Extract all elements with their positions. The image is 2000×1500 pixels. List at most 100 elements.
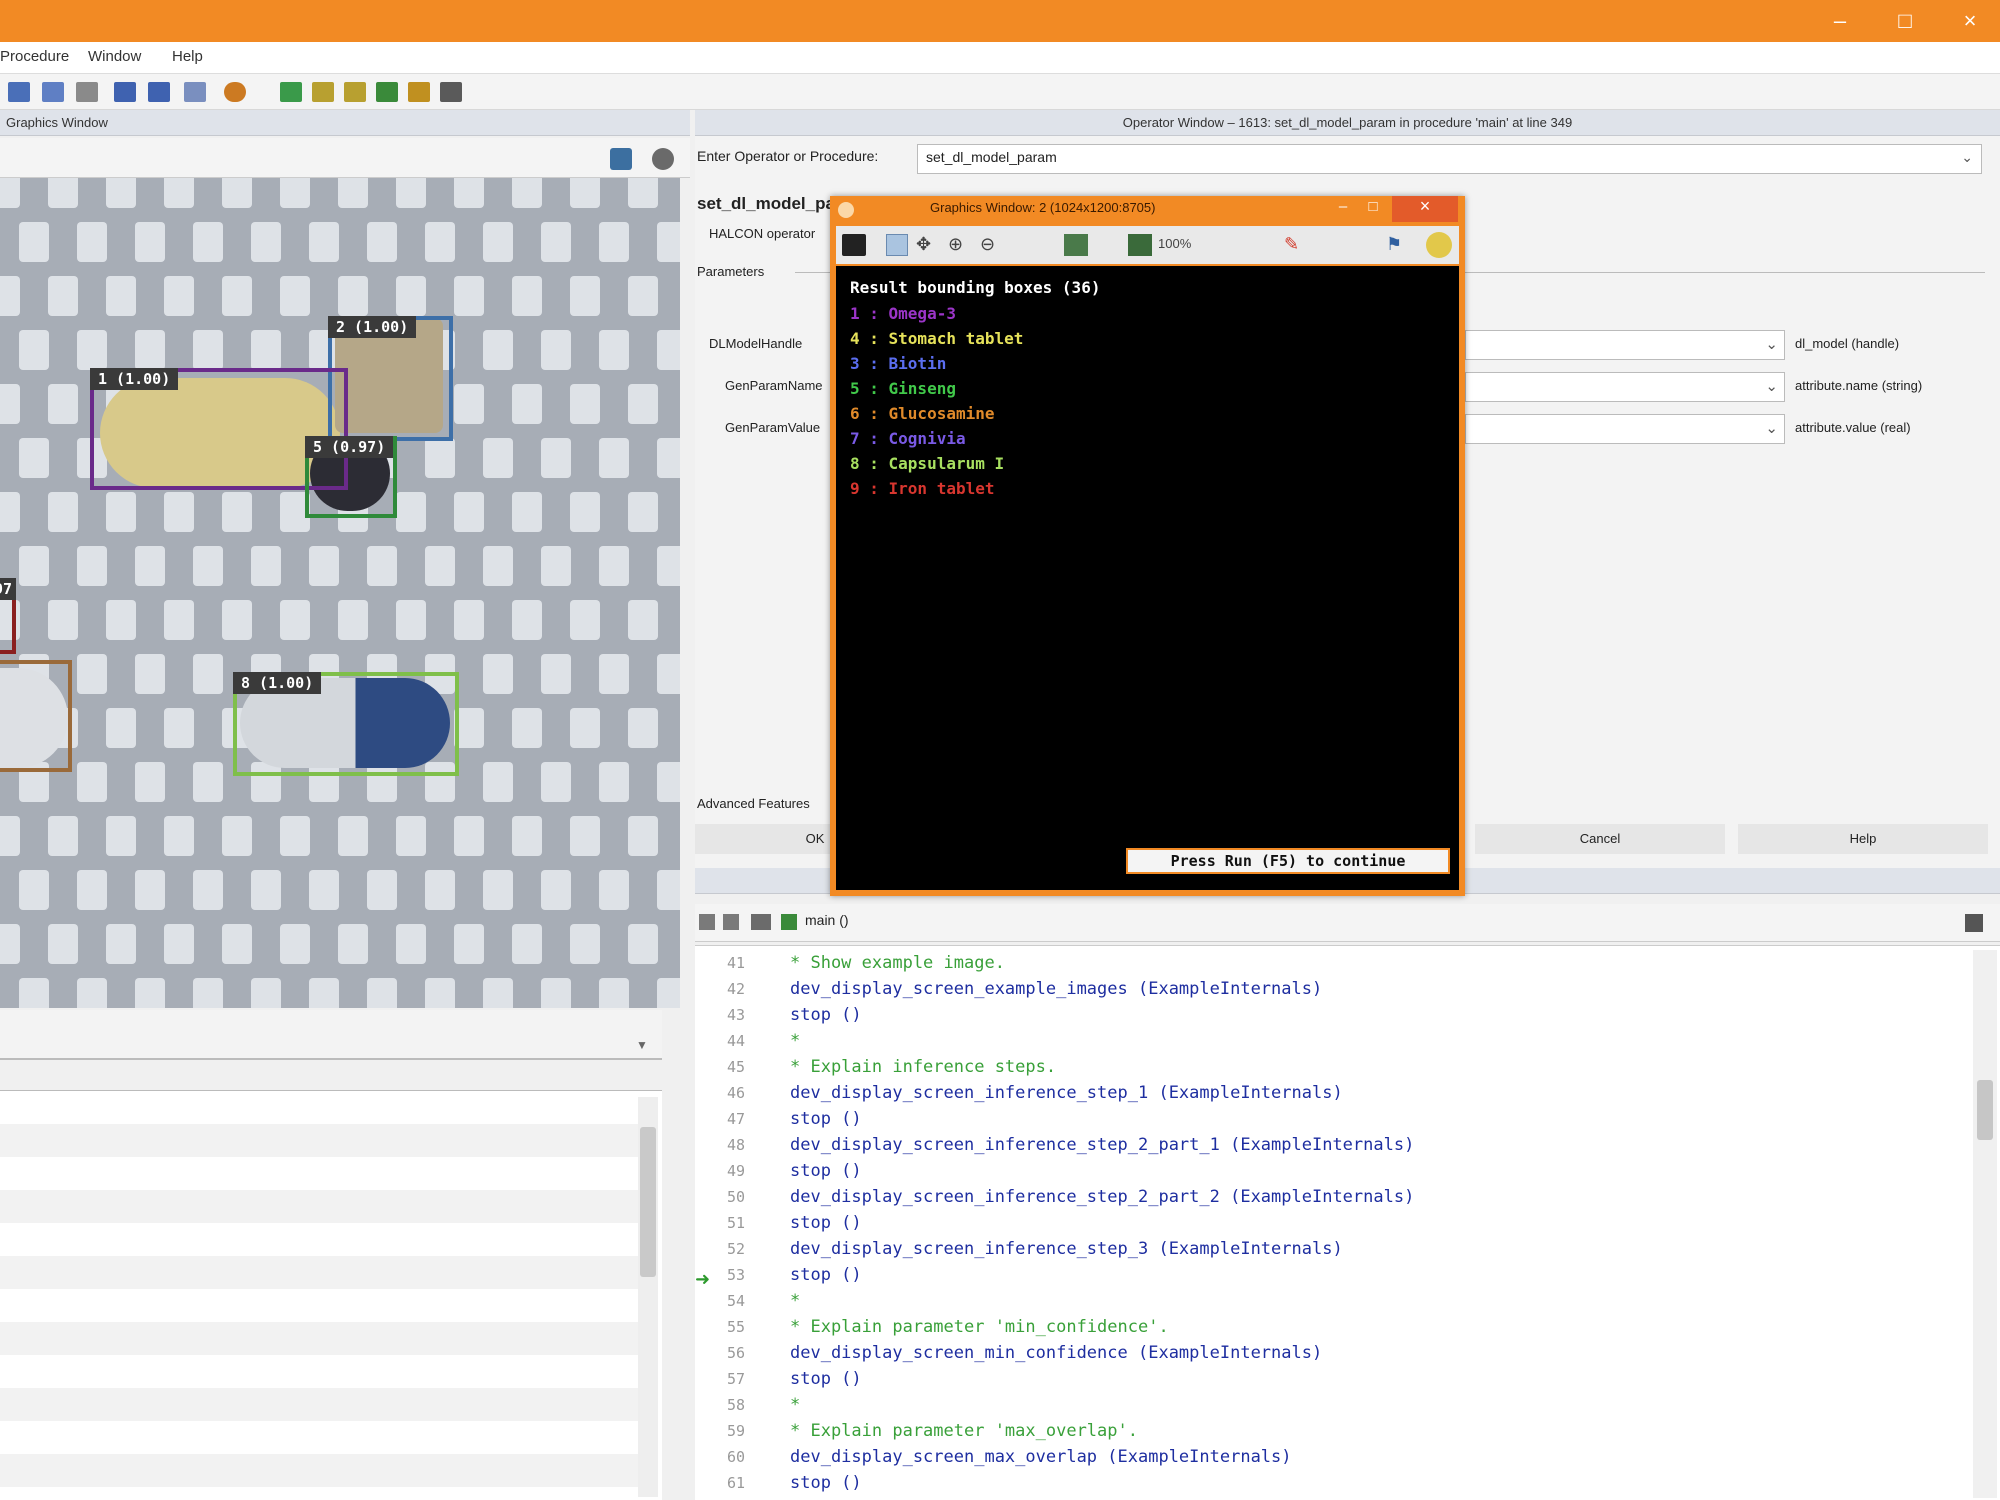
- stop-icon[interactable]: [76, 82, 98, 102]
- editor-scroll-thumb[interactable]: [1977, 1080, 1993, 1140]
- code-line[interactable]: 49 stop (): [695, 1158, 1975, 1184]
- select-icon[interactable]: [886, 234, 908, 256]
- breakpoint-icon[interactable]: [224, 82, 246, 102]
- zoom-icon[interactable]: [280, 82, 302, 102]
- code-line[interactable]: 52 dev_display_screen_inference_step_3 (E…: [695, 1236, 1975, 1262]
- menu-procedure[interactable]: Procedure: [0, 48, 69, 65]
- code-line[interactable]: 59 * Explain parameter 'max_overlap'.: [695, 1418, 1975, 1444]
- code-line[interactable]: 60 dev_display_screen_max_overlap (Exampl…: [695, 1444, 1975, 1470]
- forward-icon[interactable]: [723, 914, 739, 930]
- code-line[interactable]: 44 *: [695, 1028, 1975, 1054]
- operator-search-input[interactable]: set_dl_model_param ⌄: [917, 144, 1982, 174]
- run-step-icon[interactable]: [8, 82, 30, 102]
- editor-v-scrollbar[interactable]: [1973, 950, 1997, 1498]
- reset-icon[interactable]: [184, 82, 206, 102]
- cancel-button[interactable]: Cancel: [1475, 824, 1725, 854]
- scroll-thumb[interactable]: [640, 1127, 656, 1277]
- code-line[interactable]: 57 stop (): [695, 1366, 1975, 1392]
- list-row[interactable]: [0, 1355, 640, 1388]
- list-row[interactable]: [0, 1256, 640, 1289]
- move-icon[interactable]: ✥: [916, 234, 938, 256]
- bbox-label: 1 (1.00): [90, 368, 179, 390]
- param-input-2[interactable]: ⌄: [1465, 414, 1785, 444]
- dropdown-icon[interactable]: ⌄: [1765, 377, 1778, 395]
- back-icon[interactable]: [699, 914, 715, 930]
- scroll-down-icon[interactable]: ▼: [636, 1038, 654, 1054]
- dropdown-icon[interactable]: ⌄: [1765, 335, 1778, 353]
- image-canvas[interactable]: 2 (1.00) 1 (1.00) 5 (0.97) 8 (1.00) 97: [0, 178, 680, 1008]
- menu-window[interactable]: Window: [88, 48, 141, 65]
- code-line[interactable]: 51 stop (): [695, 1210, 1975, 1236]
- code-line[interactable]: 54 *: [695, 1288, 1975, 1314]
- line-profile-icon[interactable]: [344, 82, 366, 102]
- save-icon[interactable]: [1965, 914, 1983, 932]
- code-line[interactable]: 43 stop (): [695, 1002, 1975, 1028]
- code-line[interactable]: 46 dev_display_screen_inference_step_1 (E…: [695, 1080, 1975, 1106]
- list-row[interactable]: [0, 1223, 640, 1256]
- code-line[interactable]: 50 dev_display_screen_inference_step_2_pa…: [695, 1184, 1975, 1210]
- code-line[interactable]: 56 dev_display_screen_min_confidence (Exa…: [695, 1340, 1975, 1366]
- procedure-icon[interactable]: [781, 914, 797, 930]
- list-row[interactable]: [0, 1091, 640, 1124]
- close-button[interactable]: ×: [1950, 6, 1990, 36]
- fit-icon[interactable]: [1064, 234, 1088, 256]
- list-row[interactable]: [0, 1289, 640, 1322]
- v-scrollbar[interactable]: [638, 1097, 658, 1497]
- paint-icon[interactable]: ✎: [1284, 234, 1308, 256]
- param-input-1[interactable]: ⌄: [1465, 372, 1785, 402]
- zoom-in-icon[interactable]: ⊕: [948, 234, 970, 256]
- gw-maximize-button[interactable]: □: [1360, 198, 1386, 220]
- dropdown-icon[interactable]: ⌄: [1961, 149, 1973, 166]
- gw-close-button[interactable]: ×: [1392, 196, 1458, 222]
- tray-tile: [541, 654, 571, 694]
- tray-tile: [396, 600, 426, 640]
- step-into-icon[interactable]: [114, 82, 136, 102]
- variable-list[interactable]: [0, 1090, 662, 1500]
- main-toolbar: [0, 74, 2000, 110]
- advanced-features-toggle[interactable]: Advanced Features: [697, 796, 810, 811]
- pin-icon[interactable]: ⚑: [1386, 234, 1410, 256]
- graphics-canvas[interactable]: Result bounding boxes (36) 1 : Omega-3 4 …: [836, 266, 1459, 890]
- help-button[interactable]: Help: [1738, 824, 1988, 854]
- zoom-out-icon[interactable]: ⊖: [980, 234, 1002, 256]
- maximize-button[interactable]: □: [1885, 6, 1925, 36]
- code-line[interactable]: 41 * Show example image.: [695, 950, 1975, 976]
- param-input-0[interactable]: ⌄: [1465, 330, 1785, 360]
- continue-button[interactable]: Press Run (F5) to continue: [1126, 848, 1450, 874]
- home-icon[interactable]: [652, 148, 674, 170]
- list-row[interactable]: [0, 1322, 640, 1355]
- step-out-icon[interactable]: [148, 82, 170, 102]
- code-line[interactable]: 53 stop (): [695, 1262, 1975, 1288]
- list-row[interactable]: [0, 1190, 640, 1223]
- list-row[interactable]: [0, 1124, 640, 1157]
- code-line[interactable]: 45 * Explain inference steps.: [695, 1054, 1975, 1080]
- list-row[interactable]: [0, 1388, 640, 1421]
- reset-zoom-icon[interactable]: [1128, 234, 1152, 256]
- step-over-icon[interactable]: [42, 82, 64, 102]
- edit-icon[interactable]: [842, 234, 866, 256]
- code-editor[interactable]: 41 * Show example image. 42 dev_display_scr…: [695, 945, 2000, 1500]
- feature-icon[interactable]: [376, 82, 398, 102]
- dropdown-icon[interactable]: ⌄: [1765, 419, 1778, 437]
- settings-icon[interactable]: [1426, 232, 1452, 258]
- ocr-icon[interactable]: [440, 82, 462, 102]
- pin-icon[interactable]: [610, 148, 632, 170]
- gw-minimize-button[interactable]: –: [1330, 198, 1356, 220]
- param-label-2: GenParamValue: [725, 420, 821, 435]
- list-row[interactable]: [0, 1421, 640, 1454]
- printer-icon[interactable]: [751, 914, 771, 930]
- zoom-level[interactable]: 100%: [1158, 236, 1191, 251]
- histogram-icon[interactable]: [312, 82, 334, 102]
- menu-help[interactable]: Help: [172, 48, 203, 65]
- procedure-selector[interactable]: main (): [805, 912, 849, 928]
- code-line[interactable]: 47 stop (): [695, 1106, 1975, 1132]
- code-line[interactable]: 48 dev_display_screen_inference_step_2_pa…: [695, 1132, 1975, 1158]
- measure-icon[interactable]: [408, 82, 430, 102]
- minimize-button[interactable]: –: [1820, 6, 1860, 36]
- list-row[interactable]: [0, 1454, 640, 1487]
- code-line[interactable]: 61 stop (): [695, 1470, 1975, 1496]
- code-line[interactable]: 42 dev_display_screen_example_images (Exa…: [695, 976, 1975, 1002]
- code-line[interactable]: 55 * Explain parameter 'min_confidence'.: [695, 1314, 1975, 1340]
- code-line[interactable]: 58 *: [695, 1392, 1975, 1418]
- list-row[interactable]: [0, 1157, 640, 1190]
